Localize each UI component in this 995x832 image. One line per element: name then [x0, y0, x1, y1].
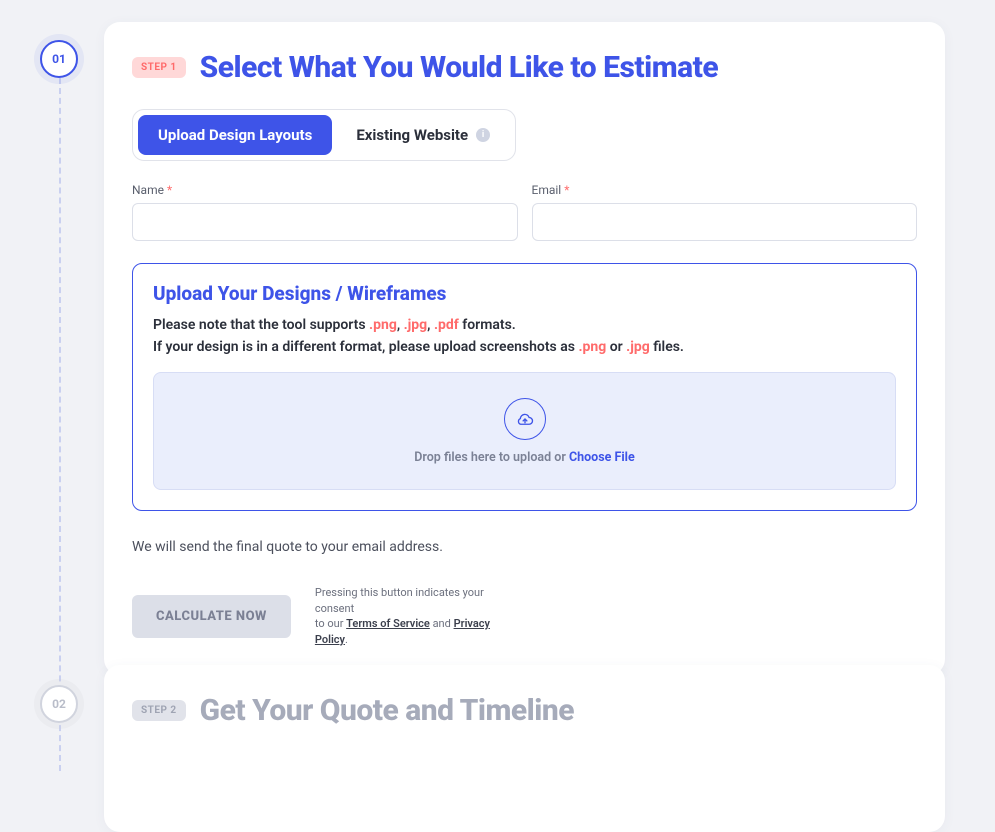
tab-existing-website[interactable]: Existing Website i — [336, 115, 510, 155]
step-circle-2: 02 — [40, 685, 78, 723]
email-note: We will send the final quote to your ema… — [132, 539, 917, 555]
upload-box: Upload Your Designs / Wireframes Please … — [132, 263, 917, 511]
name-field-col: Name * — [132, 183, 518, 241]
comma1: , — [397, 317, 404, 333]
note2-or: or — [606, 339, 626, 355]
consent-line2-prefix: to our — [315, 617, 346, 630]
step1-heading: Select What You Would Like to Estimate — [200, 50, 718, 85]
tab-upload-label: Upload Design Layouts — [158, 126, 312, 144]
email-input[interactable] — [532, 203, 918, 241]
ext-pdf: .pdf — [434, 317, 459, 333]
choose-file-link[interactable]: Choose File — [569, 450, 635, 465]
step1-badge: STEP 1 — [132, 57, 186, 78]
name-label: Name * — [132, 183, 518, 197]
action-row: Calculate Now Pressing this button indic… — [132, 585, 917, 647]
terms-link[interactable]: Terms of Service — [346, 617, 430, 630]
step2-heading: Get Your Quote and Timeline — [200, 693, 574, 728]
step1-heading-row: STEP 1 Select What You Would Like to Est… — [132, 50, 917, 85]
upload-note: Please note that the tool supports .png,… — [153, 315, 896, 358]
upload-title: Upload Your Designs / Wireframes — [153, 282, 896, 305]
consent-and: and — [430, 617, 454, 630]
consent-line1: Pressing this button indicates your cons… — [315, 586, 484, 614]
contact-form-row: Name * Email * — [132, 183, 917, 241]
name-label-text: Name — [132, 183, 164, 197]
estimate-type-tabs: Upload Design Layouts Existing Website i — [132, 109, 516, 161]
note2-prefix: If your design is in a different format,… — [153, 339, 578, 355]
required-star: * — [564, 183, 569, 197]
note-prefix: Please note that the tool supports — [153, 317, 369, 333]
ext-png2: .png — [578, 339, 606, 355]
name-input[interactable] — [132, 203, 518, 241]
ext-jpg: .jpg — [404, 317, 428, 333]
drop-zone[interactable]: Drop files here to upload or Choose File — [153, 372, 896, 490]
ext-jpg2: .jpg — [626, 339, 650, 355]
tab-upload-design[interactable]: Upload Design Layouts — [138, 115, 332, 155]
email-label: Email * — [532, 183, 918, 197]
comma2: , — [427, 317, 434, 333]
email-label-text: Email — [532, 183, 562, 197]
consent-text: Pressing this button indicates your cons… — [315, 585, 525, 647]
ext-png: .png — [369, 317, 397, 333]
cloud-upload-icon — [504, 398, 546, 440]
drop-text-prefix: Drop files here to upload or — [414, 450, 569, 465]
email-field-col: Email * — [532, 183, 918, 241]
calculate-button[interactable]: Calculate Now — [132, 595, 291, 638]
drop-text: Drop files here to upload or Choose File — [414, 450, 634, 465]
step-number-1: 01 — [52, 52, 66, 66]
step2-card: STEP 2 Get Your Quote and Timeline — [104, 665, 945, 832]
note2-suffix: files. — [650, 339, 684, 355]
step-circle-1: 01 — [40, 40, 78, 78]
tab-existing-label: Existing Website — [356, 126, 468, 144]
timeline-line — [59, 78, 61, 771]
step2-badge: STEP 2 — [132, 700, 186, 721]
required-star: * — [167, 183, 172, 197]
step2-heading-row: STEP 2 Get Your Quote and Timeline — [132, 693, 917, 728]
timeline: 01 02 — [40, 40, 80, 771]
consent-period: . — [345, 633, 348, 646]
info-icon: i — [476, 128, 490, 142]
step-number-2: 02 — [52, 697, 66, 711]
step1-card: STEP 1 Select What You Would Like to Est… — [104, 22, 945, 675]
note-suffix: formats. — [459, 317, 516, 333]
